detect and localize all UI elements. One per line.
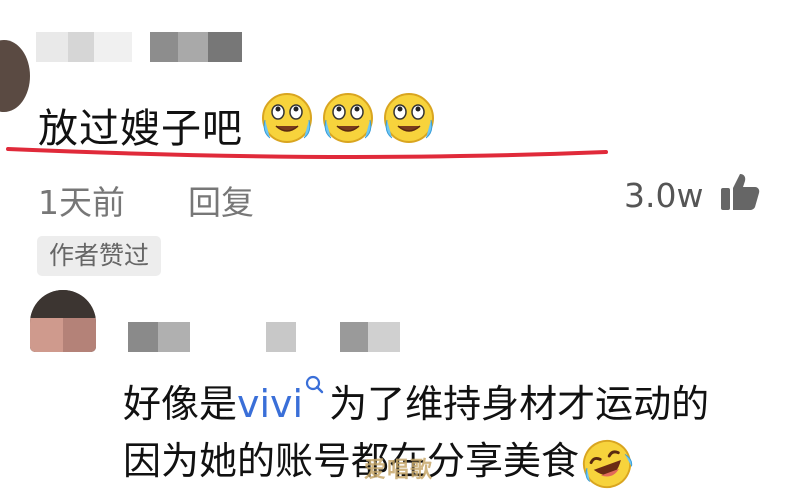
reply-text-suffix: 为了维持身材才运动的: [329, 382, 710, 426]
author-liked-badge: 作者赞过: [37, 236, 162, 276]
reply-text: 因为她的账号都在分享美食: [123, 439, 580, 483]
username-blurred[interactable]: [36, 32, 243, 62]
comment-time: 1天前: [38, 183, 125, 222]
emoji-row: [260, 90, 438, 144]
reply-button[interactable]: 回复: [188, 176, 254, 224]
laugh-cry-emoji-icon: [262, 93, 312, 143]
like-count: 3.0w: [624, 176, 704, 215]
watermark: 爱唱歌: [364, 458, 434, 483]
reply-text-line-1: 好像是vivi 为了维持身材才运动的: [123, 373, 709, 428]
mention-link[interactable]: vivi: [237, 382, 303, 426]
thumbs-up-icon[interactable]: [718, 170, 762, 214]
reply-text-prefix: 好像是: [123, 382, 238, 426]
laugh-cry-emoji-icon: [323, 93, 374, 143]
avatar[interactable]: [0, 40, 30, 112]
laughing-tears-emoji-icon: [582, 439, 633, 488]
avatar[interactable]: [30, 290, 96, 352]
red-underline: [6, 147, 608, 160]
username-blurred[interactable]: [128, 322, 401, 352]
search-icon[interactable]: [303, 373, 325, 403]
laugh-cry-emoji-icon: [384, 93, 435, 143]
